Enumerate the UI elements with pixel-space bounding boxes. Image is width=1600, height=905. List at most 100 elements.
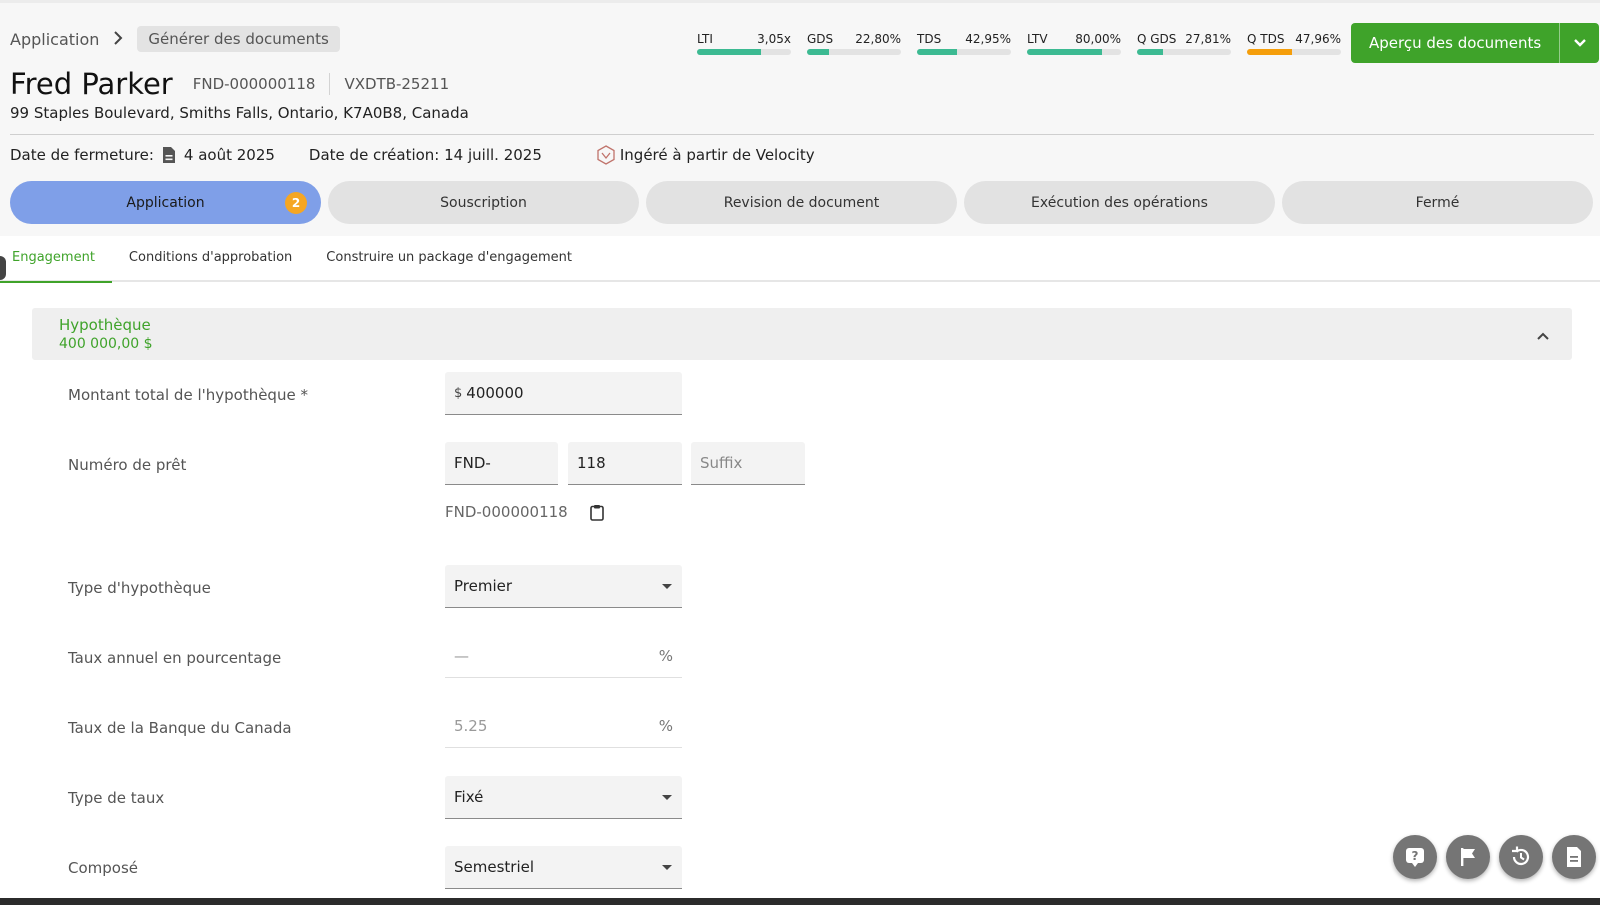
boc-rate-input[interactable]: 5.25 % [445, 705, 682, 748]
flag-button[interactable] [1446, 835, 1490, 879]
apr-value: — [454, 647, 469, 665]
page-header: Application Générer des documents LTI 3,0… [0, 0, 1600, 236]
document-icon[interactable] [162, 146, 176, 164]
mortgage-type-select[interactable]: Premier [445, 565, 682, 608]
metric-name: GDS [807, 32, 834, 46]
ratio-metrics: LTI 3,05x GDS 22,80% TDS 42,95% LTV 80,00% Q… [697, 32, 1341, 55]
rate-type-value: Fixé [454, 788, 484, 806]
client-address: 99 Staples Boulevard, Smiths Falls, Onta… [10, 104, 469, 122]
step-document-review[interactable]: Revision de document [646, 181, 957, 224]
divider [329, 73, 331, 95]
loan-code-row: FND-000000118 [445, 503, 604, 521]
tab-build-package[interactable]: Construire un package d'engagement [309, 235, 589, 281]
chevron-right-icon [113, 29, 123, 50]
client-name: Fred Parker [10, 67, 173, 101]
step-count-badge: 2 [285, 192, 307, 214]
loan-code: FND-000000118 [445, 503, 568, 521]
metric-bar [1137, 49, 1231, 55]
metric-name: Q TDS [1247, 32, 1285, 46]
dates-row: Date de fermeture: 4 août 2025 Date de c… [10, 143, 815, 167]
metric-ltv: LTV 80,00% [1027, 32, 1121, 55]
client-name-row: Fred Parker FND-000000118 VXDTB-25211 [10, 67, 449, 101]
metric-value: 27,81% [1185, 32, 1231, 46]
metric-bar-fill [917, 49, 958, 55]
loan-prefix-value: FND- [454, 454, 491, 472]
mortgage-type-value: Premier [454, 577, 513, 595]
metric-bar-fill [807, 49, 829, 55]
tab-engagement[interactable]: Engagement [0, 235, 112, 283]
metric-value: 80,00% [1075, 32, 1121, 46]
bottom-bar [0, 898, 1600, 905]
apr-input[interactable]: — % [445, 635, 682, 678]
metric-value: 47,96% [1295, 32, 1341, 46]
rate-type-select[interactable]: Fixé [445, 776, 682, 819]
svg-text:?: ? [1412, 849, 1419, 863]
clipboard-icon[interactable] [589, 504, 604, 521]
loan-suffix-input[interactable]: Suffix [691, 442, 805, 485]
step-label: Application [126, 194, 205, 211]
preview-documents-button[interactable]: Aperçu des documents [1351, 23, 1559, 63]
history-button[interactable] [1499, 835, 1543, 879]
loan-number-label: Numéro de prêt [68, 456, 187, 474]
metric-bar-fill [1027, 49, 1103, 55]
mortgage-section-header[interactable]: Hypothèque 400 000,00 $ [32, 308, 1572, 360]
section-title: Hypothèque [59, 316, 151, 334]
metric-bar-fill [1137, 49, 1164, 55]
metric-value: 3,05x [757, 32, 791, 46]
preview-dropdown-button[interactable] [1559, 23, 1599, 63]
metric-bar [1027, 49, 1121, 55]
closing-date-label: Date de fermeture: [10, 146, 154, 164]
creation-date: Date de création: 14 juill. 2025 [308, 146, 542, 164]
rate-type-label: Type de taux [68, 789, 165, 807]
compound-select[interactable]: Semestriel [445, 846, 682, 889]
metric-bar [807, 49, 901, 55]
chevron-up-icon[interactable] [1536, 326, 1550, 345]
total-amount-label: Montant total de l'hypothèque * [68, 386, 308, 404]
metric-lti: LTI 3,05x [697, 32, 791, 55]
metric-bar [1247, 49, 1341, 55]
metric-bar-fill [1247, 49, 1293, 55]
help-icon: ? [1406, 848, 1424, 867]
help-button[interactable]: ? [1393, 835, 1437, 879]
metric-name: TDS [917, 32, 942, 46]
step-label: Exécution des opérations [1031, 194, 1208, 211]
source-text: Ingéré à partir de Velocity [619, 146, 815, 164]
mortgage-type-label: Type d'hypothèque [68, 579, 211, 597]
metric-q-gds: Q GDS 27,81% [1137, 32, 1231, 55]
tab-bar: Engagement Conditions d'approbation Cons… [0, 235, 1600, 283]
percent-suffix: % [658, 717, 673, 735]
step-application[interactable]: Application 2 [10, 181, 321, 224]
document-button[interactable] [1552, 835, 1596, 879]
closing-date-value: 4 août 2025 [183, 146, 275, 164]
source-indicator: Ingéré à partir de Velocity [596, 145, 815, 165]
metric-bar [697, 49, 791, 55]
percent-suffix: % [658, 647, 673, 665]
breadcrumb-root-link[interactable]: Application [10, 30, 99, 49]
loan-number-input[interactable]: 118 [568, 442, 682, 485]
total-amount-value: 400000 [466, 384, 524, 402]
metric-q-tds: Q TDS 47,96% [1247, 32, 1341, 55]
total-amount-input[interactable]: $ 400000 [445, 372, 682, 415]
step-closed[interactable]: Fermé [1282, 181, 1593, 224]
metric-tds: TDS 42,95% [917, 32, 1011, 55]
step-label: Revision de document [723, 194, 880, 211]
file-reference: FND-000000118 [192, 75, 316, 93]
breadcrumb-current: Générer des documents [137, 26, 340, 52]
compound-value: Semestriel [454, 858, 535, 876]
metric-name: Q GDS [1137, 32, 1177, 46]
metric-name: LTV [1027, 32, 1048, 46]
caret-down-icon [662, 864, 672, 870]
step-operations[interactable]: Exécution des opérations [964, 181, 1275, 224]
floating-actions: ? [1393, 835, 1596, 879]
boc-rate-label: Taux de la Banque du Canada [68, 719, 292, 737]
metric-bar [917, 49, 1011, 55]
loan-prefix-input[interactable]: FND- [445, 442, 558, 485]
workflow-steps: Application 2 Souscription Revision de d… [10, 181, 1593, 224]
tab-approval-conditions[interactable]: Conditions d'approbation [112, 235, 309, 281]
chevron-down-icon [1573, 39, 1586, 47]
external-reference: VXDTB-25211 [344, 75, 450, 93]
metric-value: 22,80% [855, 32, 901, 46]
step-underwriting[interactable]: Souscription [328, 181, 639, 224]
boc-rate-value: 5.25 [454, 717, 488, 735]
preview-documents-split-button: Aperçu des documents [1351, 23, 1600, 63]
